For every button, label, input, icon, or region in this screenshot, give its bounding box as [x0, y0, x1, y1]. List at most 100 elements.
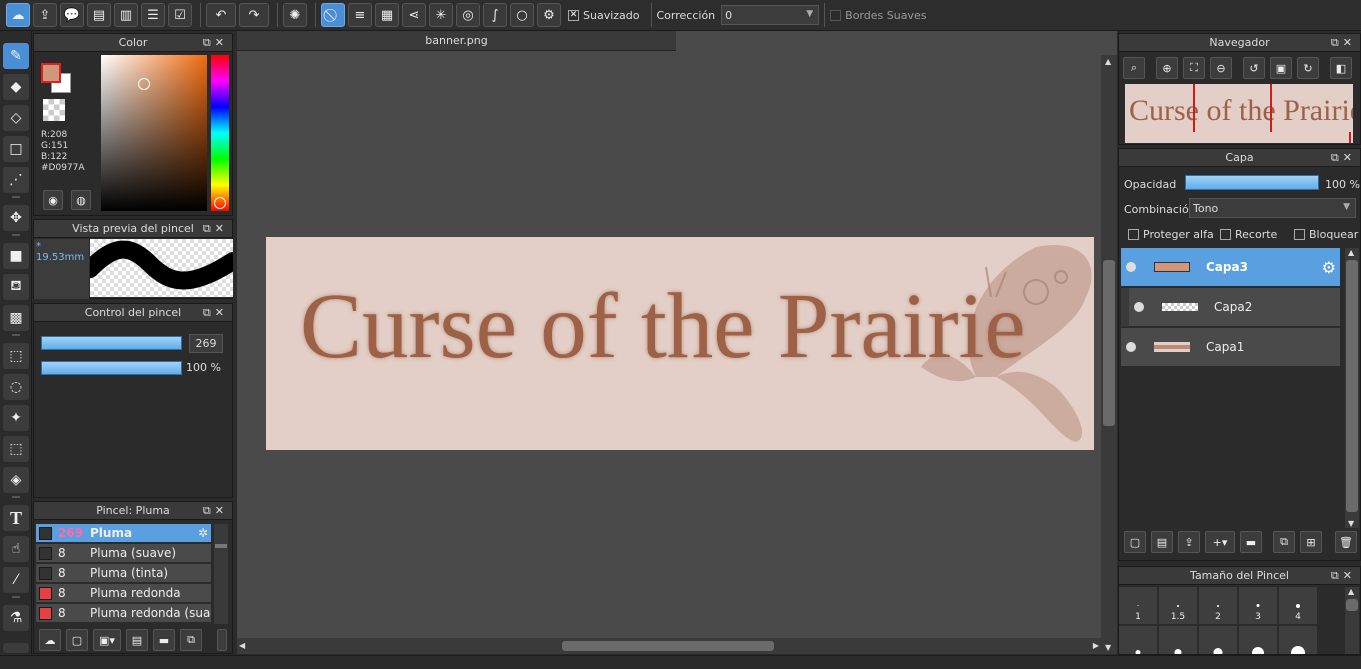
rectangle-tool-icon[interactable]: □ [3, 136, 29, 162]
layer-row[interactable]: Capa2 [1121, 288, 1340, 327]
select-pen-icon[interactable]: ⬚ [3, 436, 29, 462]
canvas-horizontal-scrollbar[interactable]: ◀ ▶ [237, 638, 1101, 654]
document-canvas[interactable]: Curse of the Prairie [266, 237, 1094, 450]
panel-float-close-icon[interactable]: ⧉✕ [203, 304, 228, 322]
brush-size-option[interactable] [1239, 626, 1278, 654]
brush-list-item[interactable]: 8 Pluma redonda [36, 584, 211, 603]
brush-size-input[interactable]: 269 [189, 334, 223, 353]
clipping-checkbox[interactable] [1220, 229, 1231, 240]
layer-scrollbar[interactable]: ▲ ▼ [1345, 248, 1359, 528]
brush-size-option[interactable]: 1 [1119, 587, 1158, 625]
color-saturation-field[interactable] [101, 55, 207, 211]
layer-row[interactable]: Capa1 [1121, 328, 1340, 367]
flip-horizontal-icon[interactable]: ◧ [1330, 57, 1352, 79]
layer-row[interactable]: Capa3 ⚙ [1121, 248, 1340, 287]
correction-select[interactable]: 0 ▼ [721, 5, 820, 25]
brush-list-item[interactable]: 269 Pluma ✲ [36, 524, 211, 543]
canvas-vertical-scrollbar[interactable]: ▲ ▼ [1101, 55, 1117, 654]
brush-size-option[interactable] [1119, 626, 1158, 654]
brush-size-option[interactable] [1199, 626, 1238, 654]
scrollbar-thumb[interactable] [215, 544, 227, 548]
transparent-color-swatch[interactable] [43, 99, 65, 121]
actual-size-icon[interactable]: ▣ [1270, 57, 1292, 79]
curve-icon[interactable]: ∫ [483, 3, 507, 27]
scroll-down-icon[interactable]: ▼ [1105, 643, 1111, 652]
brush-list-item[interactable]: 8 Pluma (suave) [36, 544, 211, 563]
zoom-in-icon[interactable]: ⊕ [1156, 57, 1178, 79]
panel-float-close-icon[interactable]: ⧉✕ [1331, 567, 1356, 585]
new-halftone-layer-icon[interactable]: ▤ [1151, 531, 1173, 553]
brush-size-option[interactable]: 3 [1239, 587, 1278, 625]
panel-float-close-icon[interactable]: ⧉✕ [1331, 34, 1356, 52]
visibility-icon[interactable] [1126, 342, 1136, 352]
fill-rect-tool-icon[interactable]: ■ [3, 243, 29, 269]
gradient-tool-icon[interactable]: ▩ [3, 305, 29, 331]
loading-icon[interactable]: ✺ [283, 3, 307, 27]
perspective-icon[interactable]: ⋖ [402, 3, 426, 27]
gear-icon[interactable]: ⚙ [537, 3, 561, 27]
magic-wand-icon[interactable]: ✦ [3, 405, 29, 431]
checklist-icon[interactable]: ☑ [168, 3, 192, 27]
speech-bubble-icon[interactable]: 💬 [60, 3, 84, 27]
brush-size-slider[interactable] [41, 336, 182, 350]
brush-list-item[interactable]: 8 Pluma redonda (suave [36, 604, 211, 623]
radial-icon[interactable]: ✳ [429, 3, 453, 27]
smoothing-checkbox[interactable]: ✕ [568, 9, 579, 21]
select-rect-icon[interactable]: ⬚ [3, 343, 29, 369]
zoom-out-icon[interactable]: ⊖ [1210, 57, 1232, 79]
hue-slider[interactable] [211, 55, 229, 211]
scroll-left-icon[interactable]: ◀ [239, 641, 245, 650]
cloud-icon[interactable]: ☁ [6, 3, 30, 27]
share-icon[interactable]: ⇪ [33, 3, 57, 27]
brush-list-item[interactable]: 8 Pluma (tinta) [36, 564, 211, 583]
selection-eraser-icon[interactable]: ◇ [3, 105, 29, 131]
palette-icon[interactable]: ◉ [43, 190, 63, 210]
scroll-up-icon[interactable]: ▲ [1348, 248, 1354, 257]
trash-icon[interactable]: 🗑 [1335, 531, 1357, 553]
move-tool-icon[interactable]: ✥ [3, 205, 29, 231]
hue-slider-handle[interactable] [214, 197, 226, 209]
rotate-left-icon[interactable]: ↺ [1243, 57, 1265, 79]
visibility-icon[interactable] [1126, 262, 1136, 272]
bucket-tool-icon[interactable]: ⛾ [3, 274, 29, 300]
add-layer-menu-icon[interactable]: +▾ [1205, 531, 1235, 553]
brush-cloud-icon[interactable]: ☁ [39, 629, 61, 651]
brush-add-menu-icon[interactable]: ▣▾ [93, 629, 121, 651]
blur-tool-icon[interactable]: ⁄ [3, 567, 29, 593]
color-picker-cursor[interactable] [138, 78, 150, 90]
blend-mode-select[interactable]: Tono ▼ [1189, 198, 1356, 218]
duplicate-layer-icon[interactable]: ⧉ [1273, 531, 1295, 553]
brush-opacity-slider[interactable] [41, 361, 182, 375]
brush-size-option[interactable]: 4 [1279, 587, 1318, 625]
scrollbar-thumb[interactable] [1103, 260, 1115, 426]
import-layer-icon[interactable]: ⇪ [1178, 531, 1200, 553]
scrollbar-thumb[interactable] [1346, 599, 1358, 611]
folder-icon[interactable]: ▬ [1240, 531, 1262, 553]
document-tab[interactable]: banner.png [237, 31, 676, 51]
brush-list-scrollbar[interactable] [214, 524, 228, 624]
protect-alpha-checkbox[interactable] [1128, 229, 1139, 240]
comment-icon[interactable]: ▤ [87, 3, 111, 27]
brush-copy-icon[interactable]: ▤ [126, 629, 148, 651]
select-eraser-icon[interactable]: ◈ [3, 467, 29, 493]
color-settings-icon[interactable]: ◍ [71, 190, 91, 210]
panel-float-close-icon[interactable]: ⧉✕ [203, 220, 228, 238]
primary-color-swatch[interactable] [41, 63, 61, 83]
brush-tool-icon[interactable]: ✎ [3, 43, 29, 69]
list-icon[interactable]: ☰ [141, 3, 165, 27]
scrollbar-thumb[interactable] [1346, 260, 1358, 512]
scroll-up-icon[interactable]: ▲ [1348, 587, 1354, 596]
circle-icon[interactable]: ○ [510, 3, 534, 27]
text-tool-icon[interactable]: T [3, 505, 29, 531]
tool-column-collapse[interactable] [3, 643, 29, 653]
operation-tool-icon[interactable]: ☝ [3, 536, 29, 562]
duplicate-icon[interactable]: ⧉ [180, 629, 202, 651]
layer-opacity-slider[interactable] [1185, 175, 1319, 190]
brush-size-option[interactable]: 2 [1199, 587, 1238, 625]
panel-float-close-icon[interactable]: ⧉✕ [1331, 149, 1356, 167]
panel-float-close-icon[interactable]: ⧉✕ [203, 502, 228, 520]
prohibit-icon[interactable]: ⃠ [321, 3, 345, 27]
parallel-ruler-icon[interactable]: ≡ [348, 3, 372, 27]
new-layer-icon[interactable]: ▢ [1124, 531, 1146, 553]
scroll-right-icon[interactable]: ▶ [1093, 641, 1099, 650]
